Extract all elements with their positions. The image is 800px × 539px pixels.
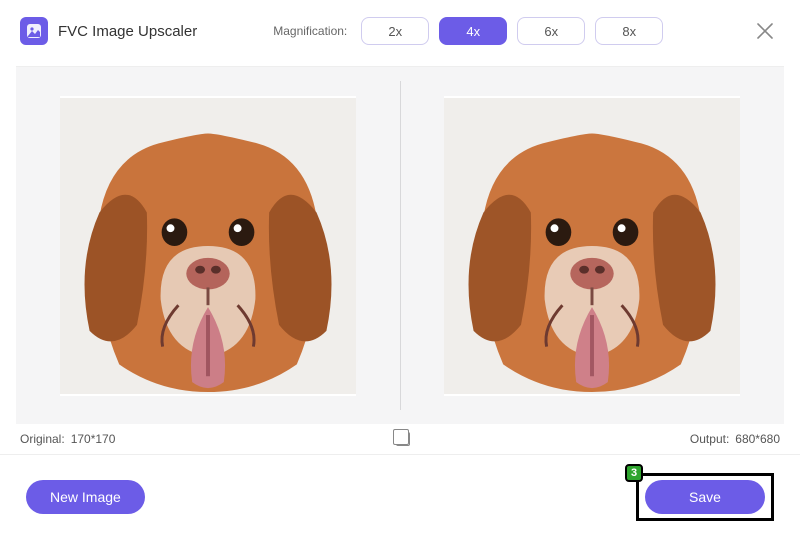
- original-panel: [16, 67, 400, 424]
- callout-badge: 3: [625, 464, 643, 482]
- app-title: FVC Image Upscaler: [58, 23, 197, 40]
- magnification-2x[interactable]: 2x: [361, 17, 429, 45]
- output-value: 680*680: [735, 432, 780, 446]
- output-label: Output:: [690, 432, 729, 446]
- original-label: Original:: [20, 432, 65, 446]
- magnification-4x[interactable]: 4x: [439, 17, 507, 45]
- upscaled-image: [444, 96, 740, 396]
- save-callout: 3 Save: [636, 473, 774, 521]
- output-panel: [401, 67, 785, 424]
- original-value: 170*170: [71, 432, 116, 446]
- close-icon[interactable]: [750, 16, 780, 46]
- magnification-controls: Magnification: 2x 4x 6x 8x: [273, 17, 663, 45]
- logo-area: FVC Image Upscaler: [20, 17, 197, 45]
- header: FVC Image Upscaler Magnification: 2x 4x …: [0, 0, 800, 58]
- app-logo-icon: [20, 17, 48, 45]
- original-dimensions: Original: 170*170: [20, 432, 115, 446]
- save-button[interactable]: Save: [645, 480, 765, 514]
- magnification-6x[interactable]: 6x: [517, 17, 585, 45]
- footer: New Image 3 Save: [0, 455, 800, 539]
- new-image-button[interactable]: New Image: [26, 480, 145, 514]
- magnification-label: Magnification:: [273, 24, 347, 38]
- original-image: [60, 96, 356, 396]
- magnification-8x[interactable]: 8x: [595, 17, 663, 45]
- preview-area: [16, 66, 784, 424]
- info-row: Original: 170*170 Output: 680*680: [0, 424, 800, 455]
- compare-icon[interactable]: [396, 432, 410, 446]
- output-dimensions: Output: 680*680: [690, 432, 780, 446]
